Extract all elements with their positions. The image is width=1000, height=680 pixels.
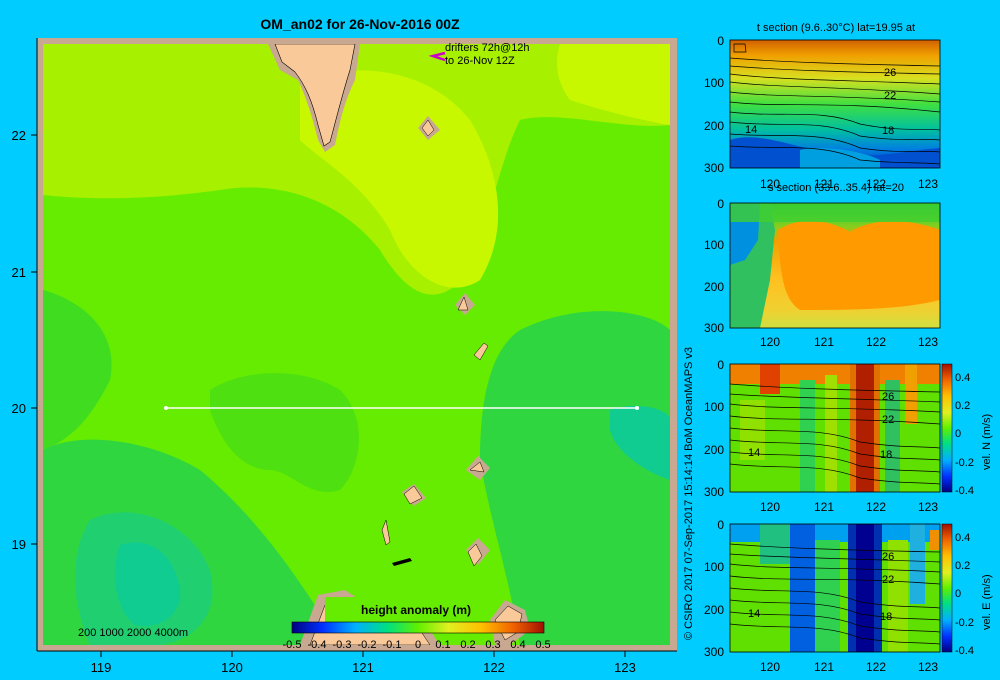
section-x-tick-label: 122 [866, 660, 886, 674]
section-y-tick-label: 300 [704, 161, 724, 175]
colorbar-tick-label: -0.2 [358, 639, 377, 651]
section-start-marker [164, 406, 168, 410]
map-x-tick-label: 123 [614, 660, 636, 675]
s-section-title: s section (33.6..35.4) lat=20 [768, 182, 904, 194]
vel-e-colorbar-tick: -0.2 [955, 617, 974, 629]
vel-e-colorbar [941, 523, 953, 653]
section-x-tick-label: 123 [918, 500, 938, 514]
t-contour-label: 22 [884, 90, 896, 102]
map-y-tick-label: 19 [12, 537, 26, 552]
vel-e-contour-label: 22 [882, 574, 894, 586]
section-x-tick-label: 122 [866, 500, 886, 514]
map-y-axis: 22 21 20 19 [12, 38, 38, 651]
section-x-tick-label: 121 [814, 335, 834, 349]
map-x-axis: 119 120 121 122 123 [37, 650, 677, 675]
section-y-tick-label: 0 [717, 197, 724, 211]
section-y-tick-label: 200 [704, 443, 724, 457]
section-x-tick-label: 120 [760, 335, 780, 349]
vel-n-contour-label: 14 [748, 447, 760, 459]
vel-n-colorbar [941, 363, 953, 493]
section-x-tick-label: 123 [918, 660, 938, 674]
vel-e-section-panel[interactable]: 26 22 18 14 0.4 0.2 0 -0.2 -0.4 vel. E (… [704, 518, 993, 674]
vel-n-contour-label: 18 [880, 449, 892, 461]
figure: OM_an02 for 26-Nov-2016 00Z drifters 72h… [12, 16, 993, 675]
s-section-panel[interactable]: s section (33.6..35.4) lat=20 0 100 200 … [704, 182, 941, 349]
vel-n-colorbar-tick: 0.2 [955, 400, 970, 412]
map-x-tick-label: 119 [91, 660, 112, 675]
credit-text: © CSIRO 2017 07-Sep-2017 15:14:14 BoM Oc… [683, 347, 695, 640]
colorbar-tick-label: -0.3 [333, 639, 352, 651]
vel-n-contour-label: 26 [882, 391, 894, 403]
vel-n-colorbar-tick: -0.4 [955, 485, 974, 497]
section-y-tick-label: 0 [717, 518, 724, 532]
section-x-tick-label: 120 [760, 660, 780, 674]
section-x-tick-label: 122 [866, 335, 886, 349]
drifters-label-line2: to 26-Nov 12Z [445, 55, 515, 67]
section-x-tick-label: 121 [814, 660, 834, 674]
section-x-tick-label: 123 [918, 177, 938, 191]
section-y-tick-label: 300 [704, 321, 724, 335]
section-y-tick-label: 100 [704, 76, 724, 90]
vel-n-colorbar-label: vel. N (m/s) [981, 414, 993, 470]
map-title: OM_an02 for 26-Nov-2016 00Z [260, 16, 460, 32]
vel-e-colorbar-tick: 0.2 [955, 560, 970, 572]
section-y-tick-label: 300 [704, 645, 724, 659]
vel-e-colorbar-tick: 0.4 [955, 532, 970, 544]
colorbar-tick-label: 0 [415, 639, 421, 651]
colorbar-tick-label: 0.5 [535, 639, 550, 651]
colorbar-tick-label: 0.1 [435, 639, 450, 651]
map-x-tick-label: 121 [352, 660, 374, 675]
colorbar-tick-label: -0.4 [308, 639, 327, 651]
section-x-tick-label: 120 [760, 500, 780, 514]
colorbar-tick-label: 0.4 [510, 639, 525, 651]
vel-e-colorbar-label: vel. E (m/s) [981, 574, 993, 630]
t-contour-label: 14 [745, 124, 757, 136]
t-section-panel[interactable]: t section (9.6..30°C) lat=19.95 at 26 22… [704, 22, 941, 191]
vel-e-contour-label: 14 [748, 608, 760, 620]
colorbar-tick-label: -0.5 [283, 639, 302, 651]
main-map[interactable]: drifters 72h@12h to 26-Nov 12Z 200 1000 … [37, 38, 677, 651]
map-y-tick-label: 22 [12, 128, 26, 143]
drifters-label-line1: drifters 72h@12h [445, 42, 530, 54]
t-contour-label: 18 [882, 125, 894, 137]
t-contour-label: 26 [884, 67, 896, 79]
section-y-tick-label: 300 [704, 485, 724, 499]
vel-e-contour-label: 18 [880, 611, 892, 623]
section-y-tick-label: 0 [717, 34, 724, 48]
vel-n-section-panel[interactable]: 26 22 18 14 0.4 0.2 0 -0.2 -0.4 vel. N (… [704, 358, 993, 514]
section-x-tick-label: 123 [918, 335, 938, 349]
section-end-marker [635, 406, 639, 410]
vel-e-contour-label: 26 [882, 551, 894, 563]
section-y-tick-label: 200 [704, 119, 724, 133]
vel-n-colorbar-tick: -0.2 [955, 457, 974, 469]
depth-legend: 200 1000 2000 4000m [78, 627, 188, 639]
colorbar-title: height anomaly (m) [361, 603, 471, 617]
section-y-tick-label: 200 [704, 280, 724, 294]
section-y-tick-label: 200 [704, 603, 724, 617]
map-x-tick-label: 122 [483, 660, 505, 675]
map-y-tick-label: 21 [12, 265, 26, 280]
colorbar-tick-label: -0.1 [383, 639, 402, 651]
vel-n-colorbar-tick: 0 [955, 428, 961, 440]
colorbar-tick-label: 0.2 [460, 639, 475, 651]
map-x-tick-label: 120 [221, 660, 243, 675]
section-y-tick-label: 100 [704, 238, 724, 252]
vel-e-colorbar-tick: -0.4 [955, 645, 974, 657]
section-x-tick-label: 121 [814, 500, 834, 514]
colorbar-tick-label: 0.3 [485, 639, 500, 651]
section-y-tick-label: 100 [704, 560, 724, 574]
map-y-tick-label: 20 [12, 401, 26, 416]
vel-n-contour-label: 22 [882, 414, 894, 426]
t-section-title: t section (9.6..30°C) lat=19.95 at [757, 22, 915, 34]
section-y-tick-label: 0 [717, 358, 724, 372]
section-y-tick-label: 100 [704, 400, 724, 414]
vel-e-colorbar-tick: 0 [955, 588, 961, 600]
height-field [43, 44, 670, 645]
vel-n-colorbar-tick: 0.4 [955, 372, 970, 384]
